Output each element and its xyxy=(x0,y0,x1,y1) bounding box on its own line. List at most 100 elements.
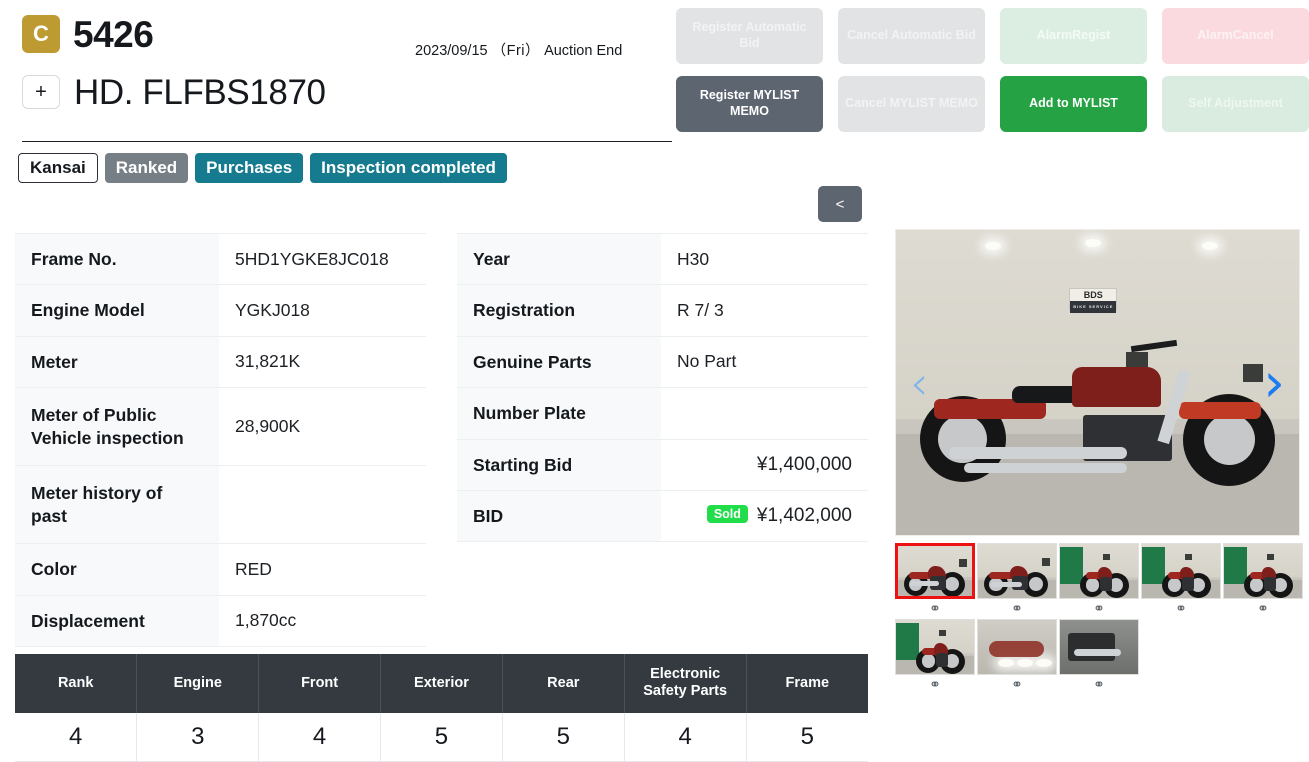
auction-meta: 2023/09/15 （Fri） Auction End xyxy=(415,39,622,60)
link-icon[interactable]: ⚭ xyxy=(895,599,975,617)
link-icon[interactable]: ⚭ xyxy=(977,675,1057,693)
spec-value: RED xyxy=(219,543,426,596)
spec-label: Registration xyxy=(457,284,661,337)
thumbnail-image[interactable] xyxy=(1059,619,1139,675)
auction-date: 2023/09/15 xyxy=(415,43,488,59)
rank-value-cell: 4 xyxy=(15,712,138,762)
rank-header-cell: Engine xyxy=(136,654,260,713)
thumbnail-image[interactable] xyxy=(977,619,1057,675)
spec-label: Color xyxy=(15,543,219,596)
add-to-mylist-button[interactable]: Add to MYLIST xyxy=(1000,76,1147,132)
link-icon[interactable]: ⚭ xyxy=(977,599,1057,617)
register-automatic-bid-button[interactable]: Register Automatic Bid xyxy=(676,8,823,64)
cancel-automatic-bid-button[interactable]: Cancel Automatic Bid xyxy=(838,8,985,64)
rank-header-cell: Electronic Safety Parts xyxy=(624,654,747,713)
spec-label: Starting Bid xyxy=(457,438,661,491)
tag-row: Kansai Ranked Purchases Inspection complete… xyxy=(18,153,507,183)
rank-header-cell: Rank xyxy=(15,654,138,713)
rank-value-cell: 5 xyxy=(502,712,625,762)
tag-region: Kansai xyxy=(18,153,98,183)
spec-row: Engine Model YGKJ018 xyxy=(15,284,426,337)
spec-label: Displacement xyxy=(15,594,219,647)
spec-value: No Part xyxy=(661,335,868,389)
expand-button[interactable]: + xyxy=(22,75,60,109)
grade-badge: C xyxy=(22,15,60,53)
link-icon[interactable]: ⚭ xyxy=(1223,599,1303,617)
spec-label: Year xyxy=(457,232,661,286)
spec-row: Number Plate xyxy=(457,387,868,440)
thumbnail-image[interactable] xyxy=(1141,543,1221,599)
spec-value: ¥1,400,000 xyxy=(661,438,868,491)
rank-value-row: 4345545 xyxy=(15,712,868,762)
page-header: C 5426 + HD. FLFBS1870 2023/09/15 （Fri） … xyxy=(0,0,1309,142)
spec-value: 28,900K xyxy=(219,387,426,467)
spec-row: Year H30 xyxy=(457,232,868,286)
auction-day: （Fri） xyxy=(491,43,541,59)
spec-value xyxy=(661,387,868,440)
spec-label: Engine Model xyxy=(15,284,219,337)
spec-label: Number Plate xyxy=(457,387,661,440)
rank-value-cell: 4 xyxy=(624,712,747,762)
thumbnail-cell: ⚭ xyxy=(1059,619,1139,693)
spec-label: Frame No. xyxy=(15,232,219,286)
bds-logo: BDS BIKE SERVICE xyxy=(1069,287,1118,313)
spec-label: BID xyxy=(457,489,661,543)
thumbnail-cell: ⚭ xyxy=(977,619,1057,693)
header-left: C 5426 + HD. FLFBS1870 xyxy=(22,6,662,120)
spec-label: Meter history of past xyxy=(15,465,219,545)
auction-status: Auction End xyxy=(544,43,623,59)
spec-row: Displacement 1,870cc xyxy=(15,594,426,647)
thumbnail-image[interactable] xyxy=(895,619,975,675)
main-photo[interactable]: BDS BIKE SERVICE ‹ › xyxy=(895,229,1300,536)
photo-scene-main: BDS BIKE SERVICE xyxy=(896,230,1299,535)
link-icon[interactable]: ⚭ xyxy=(895,675,975,693)
header-divider xyxy=(22,141,672,142)
rank-value-cell: 3 xyxy=(136,712,260,762)
link-icon[interactable]: ⚭ xyxy=(1141,599,1221,617)
thumbnail-image[interactable] xyxy=(1059,543,1139,599)
spec-row: Frame No. 5HD1YGKE8JC018 xyxy=(15,232,426,286)
cancel-mylist-memo-button[interactable]: Cancel MYLIST MEMO xyxy=(838,76,985,132)
auction-detail-page: C 5426 + HD. FLFBS1870 2023/09/15 （Fri） … xyxy=(0,0,1309,762)
self-adjustment-button[interactable]: Self Adjustment xyxy=(1162,76,1309,132)
tag-inspection-completed: Inspection completed xyxy=(310,153,507,183)
link-icon[interactable]: ⚭ xyxy=(1059,675,1139,693)
thumbnail-cell: ⚭ xyxy=(1141,543,1221,617)
spec-row: Registration R 7/ 3 xyxy=(457,284,868,337)
spec-label: Meter of Public Vehicle inspection xyxy=(15,387,219,467)
spec-row: Color RED xyxy=(15,543,426,596)
thumbnail-image[interactable] xyxy=(895,543,975,599)
thumbnail-cell: ⚭ xyxy=(1223,543,1303,617)
spec-label: Meter xyxy=(15,335,219,389)
spec-value: 5HD1YGKE8JC018 xyxy=(219,232,426,286)
spec-value xyxy=(219,465,426,545)
next-image-arrow[interactable]: › xyxy=(1263,355,1285,410)
rank-value-cell: 4 xyxy=(258,712,382,762)
thumbnail-strip: ⚭ ⚭ ⚭ ⚭ ⚭ ⚭ ⚭ ⚭ xyxy=(895,543,1307,693)
rank-value-cell: 5 xyxy=(380,712,503,762)
collapse-panel-button[interactable]: < xyxy=(818,186,862,222)
rank-header-cell: Rear xyxy=(502,654,625,713)
spec-row: Meter of Public Vehicle inspection 28,900… xyxy=(15,387,426,467)
thumbnail-cell: ⚭ xyxy=(1059,543,1139,617)
spec-label: Genuine Parts xyxy=(457,335,661,389)
thumbnail-image[interactable] xyxy=(1223,543,1303,599)
spec-value: R 7/ 3 xyxy=(661,284,868,337)
thumbnail-image[interactable] xyxy=(977,543,1057,599)
spec-value: H30 xyxy=(661,232,868,286)
rank-table: Rank Engine Front Exterior Rear Electronic Sa… xyxy=(15,654,868,762)
prev-image-arrow[interactable]: ‹ xyxy=(910,360,928,406)
spec-row: Genuine Parts No Part xyxy=(457,335,868,389)
thumbnail-cell: ⚭ xyxy=(895,543,975,617)
tag-purchases: Purchases xyxy=(195,153,304,183)
spec-value: 1,870cc xyxy=(219,594,426,647)
alarm-cancel-button[interactable]: AlarmCancel xyxy=(1162,8,1309,64)
model-row: + HD. FLFBS1870 xyxy=(22,64,662,120)
alarm-regist-button[interactable]: AlarmRegist xyxy=(1000,8,1147,64)
tag-ranked: Ranked xyxy=(104,153,189,183)
spec-value: Sold ¥1,402,000 xyxy=(661,489,868,543)
spec-row: BID Sold ¥1,402,000 xyxy=(457,489,868,543)
image-gallery: BDS BIKE SERVICE ‹ › ⚭ ⚭ ⚭ ⚭ ⚭ ⚭ ⚭ ⚭ xyxy=(895,229,1303,693)
link-icon[interactable]: ⚭ xyxy=(1059,599,1139,617)
register-mylist-memo-button[interactable]: Register MYLIST MEMO xyxy=(676,76,823,132)
